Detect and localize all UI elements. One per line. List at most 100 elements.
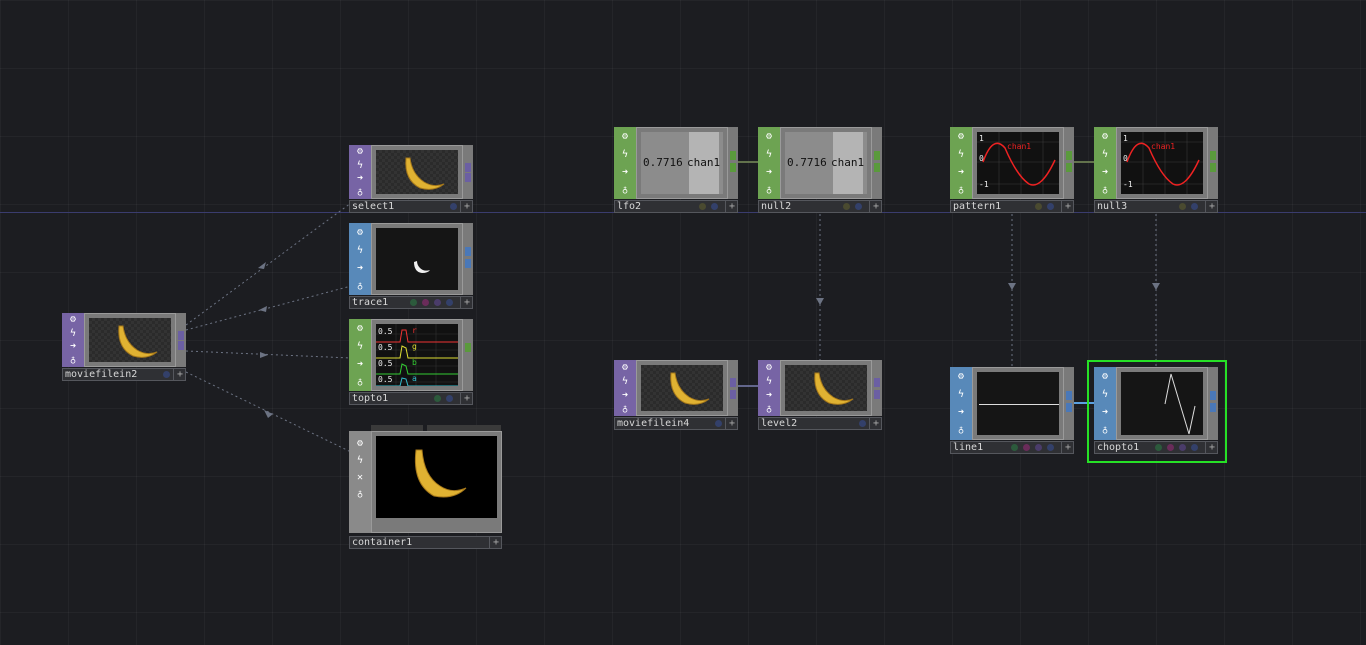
lock-icon[interactable]: ♁ (352, 186, 368, 199)
lock-icon[interactable]: ♁ (761, 403, 777, 416)
node-pattern1[interactable]: ⚙ ϟ ➜ ♁ 1 0 -1 chan1 pattern1 + (950, 127, 1074, 213)
node-label[interactable]: moviefilein2 + (62, 368, 186, 381)
arrow-right-icon[interactable]: ➜ (352, 172, 368, 185)
node-moviefilein4[interactable]: ⚙ ϟ ➜ ♁ moviefilein4 + (614, 360, 738, 430)
gear-icon[interactable]: ⚙ (65, 313, 81, 326)
plus-icon[interactable]: + (460, 201, 473, 212)
plus-icon[interactable]: + (489, 537, 502, 548)
lightning-icon[interactable]: ϟ (65, 327, 81, 340)
node-flags[interactable]: ⚙ ϟ ➜ ♁ (1094, 367, 1116, 440)
lightning-icon[interactable]: ϟ (352, 159, 368, 172)
node-flags[interactable]: ⚙ ϟ ➜ ♁ (1094, 127, 1116, 199)
node-label[interactable]: null3 + (1094, 200, 1218, 213)
lightning-icon[interactable]: ϟ (1097, 388, 1113, 401)
arrow-right-icon[interactable]: ➜ (617, 389, 633, 402)
node-viewer[interactable]: 0.7716 chan1 (636, 127, 728, 199)
node-label[interactable]: trace1 + (349, 296, 473, 309)
gear-icon[interactable]: ⚙ (761, 361, 777, 374)
lock-icon[interactable]: ♁ (761, 184, 777, 197)
node-flags[interactable]: ⚙ ϟ ✕ ♁ (349, 431, 371, 533)
lightning-icon[interactable]: ϟ (352, 244, 368, 257)
plus-icon[interactable]: + (869, 201, 882, 212)
node-viewer[interactable]: 0.5 0.5 0.5 0.5 r g b a (371, 319, 463, 391)
node-label[interactable]: topto1 + (349, 392, 473, 405)
gear-icon[interactable]: ⚙ (617, 361, 633, 374)
lightning-icon[interactable]: ϟ (1097, 148, 1113, 161)
lock-icon[interactable]: ♁ (352, 488, 368, 501)
node-null3[interactable]: ⚙ ϟ ➜ ♁ 1 0 -1 chan1 null3 + (1094, 127, 1218, 213)
arrow-right-icon[interactable]: ➜ (1097, 406, 1113, 419)
node-flags[interactable]: ⚙ ϟ ➜ ♁ (349, 319, 371, 391)
plus-icon[interactable]: + (1061, 201, 1074, 212)
node-label[interactable]: select1 + (349, 200, 473, 213)
node-viewer[interactable] (84, 313, 176, 367)
node-flags[interactable]: ⚙ ϟ ➜ ♁ (950, 367, 972, 440)
plus-icon[interactable]: + (173, 369, 186, 380)
lightning-icon[interactable]: ϟ (617, 375, 633, 388)
lightning-icon[interactable]: ϟ (617, 148, 633, 161)
node-flags[interactable]: ⚙ ϟ ➜ ♁ (758, 360, 780, 416)
node-viewer[interactable] (972, 367, 1064, 440)
node-line1[interactable]: ⚙ ϟ ➜ ♁ line1 + (950, 367, 1074, 454)
node-viewer[interactable] (636, 360, 728, 416)
plus-icon[interactable]: + (1205, 442, 1218, 453)
lock-icon[interactable]: ♁ (953, 184, 969, 197)
node-label[interactable]: container1 + (349, 536, 502, 549)
node-label[interactable]: moviefilein4 + (614, 417, 738, 430)
node-viewer[interactable] (371, 223, 463, 295)
gear-icon[interactable]: ⚙ (1097, 130, 1113, 143)
node-viewer[interactable] (371, 431, 502, 533)
node-label[interactable]: line1 + (950, 441, 1074, 454)
lock-icon[interactable]: ♁ (953, 424, 969, 437)
node-flags[interactable]: ⚙ ϟ ➜ ♁ (758, 127, 780, 199)
lightning-icon[interactable]: ϟ (352, 454, 368, 467)
arrow-right-icon[interactable]: ➜ (1097, 166, 1113, 179)
lock-icon[interactable]: ♁ (65, 354, 81, 367)
gear-icon[interactable]: ⚙ (1097, 370, 1113, 383)
gear-icon[interactable]: ⚙ (352, 226, 368, 239)
lightning-icon[interactable]: ϟ (761, 375, 777, 388)
gear-icon[interactable]: ⚙ (352, 322, 368, 335)
arrow-right-icon[interactable]: ➜ (761, 166, 777, 179)
gear-icon[interactable]: ⚙ (352, 145, 368, 158)
node-flags[interactable]: ⚙ ϟ ➜ ♁ (614, 127, 636, 199)
plus-icon[interactable]: + (460, 297, 473, 308)
node-label[interactable]: pattern1 + (950, 200, 1074, 213)
arrow-right-icon[interactable]: ➜ (953, 406, 969, 419)
node-viewer[interactable]: 0.7716 chan1 (780, 127, 872, 199)
node-flags[interactable]: ⚙ ϟ ➜ ♁ (349, 223, 371, 295)
plus-icon[interactable]: + (725, 418, 738, 429)
lightning-icon[interactable]: ϟ (761, 148, 777, 161)
gear-icon[interactable]: ⚙ (352, 437, 368, 450)
node-topto1[interactable]: ⚙ ϟ ➜ ♁ 0.5 0.5 0.5 0.5 r g b a topto1 + (349, 319, 473, 405)
arrow-right-icon[interactable]: ➜ (953, 166, 969, 179)
lightning-icon[interactable]: ϟ (953, 388, 969, 401)
network-canvas[interactable]: ⚙ ϟ ➜ ♁ moviefilein2 + ⚙ ϟ ➜ ♁ select1 +… (0, 0, 1366, 645)
gear-icon[interactable]: ⚙ (761, 130, 777, 143)
node-moviefilein2[interactable]: ⚙ ϟ ➜ ♁ moviefilein2 + (62, 313, 186, 381)
node-viewer[interactable] (1116, 367, 1208, 440)
gear-icon[interactable]: ⚙ (953, 370, 969, 383)
arrow-right-icon[interactable]: ➜ (352, 358, 368, 371)
lightning-icon[interactable]: ϟ (352, 340, 368, 353)
lock-icon[interactable]: ♁ (1097, 184, 1113, 197)
gear-icon[interactable]: ⚙ (617, 130, 633, 143)
plus-icon[interactable]: + (460, 393, 473, 404)
x-icon[interactable]: ✕ (352, 471, 368, 484)
lock-icon[interactable]: ♁ (352, 376, 368, 389)
node-level2[interactable]: ⚙ ϟ ➜ ♁ level2 + (758, 360, 882, 430)
lock-icon[interactable]: ♁ (617, 184, 633, 197)
node-container1[interactable]: ⚙ ϟ ✕ ♁ container1 + (349, 425, 502, 550)
node-viewer[interactable]: 1 0 -1 chan1 (1116, 127, 1208, 199)
lock-icon[interactable]: ♁ (617, 403, 633, 416)
lock-icon[interactable]: ♁ (1097, 424, 1113, 437)
node-chopto1[interactable]: ⚙ ϟ ➜ ♁ chopto1 + (1094, 367, 1218, 454)
plus-icon[interactable]: + (1205, 201, 1218, 212)
plus-icon[interactable]: + (869, 418, 882, 429)
node-label[interactable]: chopto1 + (1094, 441, 1218, 454)
node-select1[interactable]: ⚙ ϟ ➜ ♁ select1 + (349, 145, 473, 213)
node-flags[interactable]: ⚙ ϟ ➜ ♁ (349, 145, 371, 199)
node-lfo2[interactable]: ⚙ ϟ ➜ ♁ 0.7716 chan1 lfo2 + (614, 127, 738, 213)
arrow-right-icon[interactable]: ➜ (352, 262, 368, 275)
lock-icon[interactable]: ♁ (352, 280, 368, 293)
